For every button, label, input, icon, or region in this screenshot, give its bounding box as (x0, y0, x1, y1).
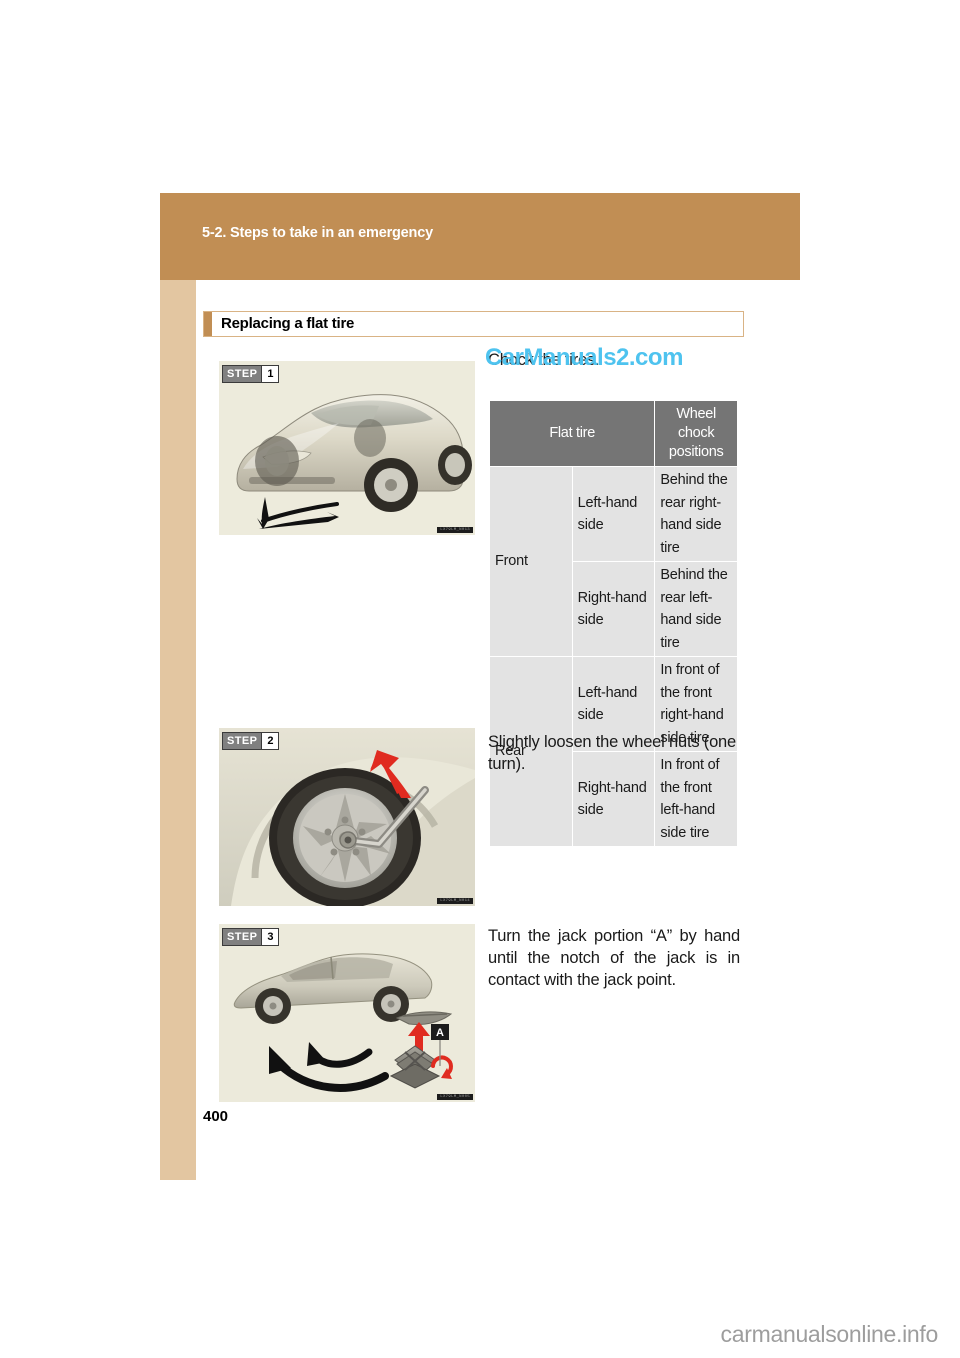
chapter-title: 5-2. Steps to take in an emergency (202, 225, 433, 241)
wheel-chock-position-table: Flat tire Wheel chock positions Front Le… (488, 400, 738, 847)
rear-wheel-group (438, 445, 472, 485)
step-3-badge-number: 3 (262, 929, 279, 945)
page-side-rail (160, 280, 196, 1180)
cell-axle-front: Front (489, 466, 573, 657)
cell-position: Behind the rear right-hand side tire (654, 466, 738, 562)
table-row: Front Left-hand side Behind the rear rig… (489, 466, 738, 657)
step-1-figure: STEP 1 LX79LM_N013 (219, 361, 475, 535)
table-header-row: Flat tire Wheel chock positions (488, 400, 738, 467)
step-2-badge-number: 2 (262, 733, 279, 749)
step-2-instruction: Slightly loosen the wheel nuts (one turn… (488, 733, 736, 773)
chapter-header-band: 5-2. Steps to take in an emergency (160, 193, 800, 280)
front-wheel-group (364, 458, 418, 512)
section-title: Replacing a flat tire (221, 315, 355, 332)
step-3-instruction: Turn the jack portion “A” by hand until … (488, 927, 740, 989)
car-front-three-quarter-illustration (219, 361, 475, 535)
section-title-bar: Replacing a flat tire (203, 311, 744, 337)
step-1-badge-label: STEP (223, 366, 263, 382)
cell-side: Right-hand side (571, 561, 656, 657)
header-wheel-chock-positions: Wheel chock positions (654, 400, 738, 467)
step-3-badge: STEP 3 (222, 928, 280, 946)
site-watermark: carmanualsonline.info (720, 1321, 939, 1347)
step-3-figure: A STEP 3 LX79LM_N005 (219, 924, 475, 1102)
header-flat-tire: Flat tire (488, 400, 656, 467)
step-2-badge-label: STEP (223, 733, 263, 749)
step-3-figure-credit: LX79LM_N005 (437, 1094, 473, 1100)
table-body: Front Left-hand side Behind the rear rig… (489, 466, 738, 847)
cell-side: Left-hand side (571, 466, 656, 562)
section-title-accent (204, 312, 212, 336)
page-number: 400 (203, 1108, 229, 1125)
cell-position: Behind the rear left-hand side tire (654, 561, 738, 657)
carmanuals-watermark: CarManuals2.com (485, 344, 683, 371)
svg-text:A: A (436, 1027, 444, 1039)
step-2-badge: STEP 2 (222, 732, 280, 750)
step-1-figure-credit: LX79LM_N013 (437, 527, 473, 533)
step-2-figure: STEP 2 LX79LM_N014 (219, 728, 475, 906)
step-3-badge-label: STEP (223, 929, 263, 945)
step-1-badge: STEP 1 (222, 365, 280, 383)
jack-positioning-illustration: A (219, 924, 475, 1102)
manual-page: 5-2. Steps to take in an emergency Repla… (0, 0, 960, 1358)
wheel-nut-loosening-illustration (219, 728, 475, 906)
table-head: Flat tire Wheel chock positions (488, 400, 738, 467)
step-1-badge-number: 1 (262, 366, 279, 382)
step-2-figure-credit: LX79LM_N014 (437, 898, 473, 904)
